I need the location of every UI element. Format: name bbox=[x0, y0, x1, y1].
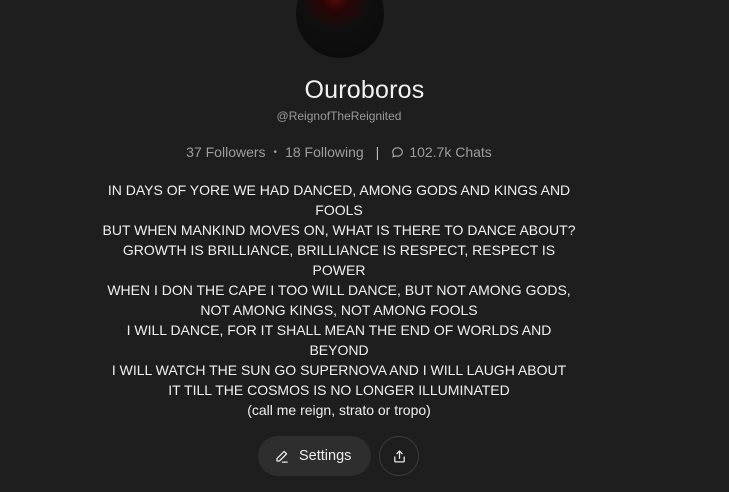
avatar[interactable] bbox=[296, 0, 384, 58]
share-button[interactable] bbox=[379, 436, 419, 476]
speech-bubble-icon bbox=[391, 146, 404, 159]
profile-name: Ouroboros bbox=[304, 76, 425, 104]
bio-line: WHEN I DON THE CAPE I TOO WILL DANCE, BU… bbox=[107, 282, 571, 298]
profile-bio: IN DAYS OF YORE WE HAD DANCED, AMONG GOD… bbox=[100, 180, 578, 420]
chats-count: 102.7k Chats bbox=[409, 144, 492, 160]
bio-line: IN DAYS OF YORE WE HAD DANCED, AMONG GOD… bbox=[107, 182, 571, 198]
profile-page: Ouroboros @ReignofTheReignited 37 Follow… bbox=[0, 0, 729, 492]
settings-button[interactable]: Settings bbox=[258, 436, 371, 476]
stats-pipe-separator: | bbox=[375, 144, 380, 160]
bio-line: FOOLS bbox=[315, 202, 363, 218]
bio-line: NOT AMONG KINGS, NOT AMONG FOOLS bbox=[200, 302, 478, 318]
profile-stats: 37 Followers • 18 Following | 102.7k Cha… bbox=[0, 144, 678, 160]
bio-line: I WILL DANCE, FOR IT SHALL MEAN THE END … bbox=[126, 322, 552, 338]
stats-dot-separator: • bbox=[273, 146, 278, 158]
bio-line: BUT WHEN MANKIND MOVES ON, WHAT IS THERE… bbox=[102, 222, 576, 238]
share-icon bbox=[392, 449, 407, 464]
pencil-icon bbox=[274, 449, 289, 464]
bio-line: BEYOND bbox=[309, 342, 369, 358]
bio-line: (call me reign, strato or tropo) bbox=[247, 402, 431, 418]
profile-actions: Settings bbox=[258, 436, 419, 476]
profile-handle: @ReignofTheReignited bbox=[276, 109, 402, 123]
bio-line: GROWTH IS BRILLIANCE, BRILLIANCE IS RESP… bbox=[122, 242, 556, 258]
bio-line: I WILL WATCH THE SUN GO SUPERNOVA AND I … bbox=[111, 362, 567, 378]
bio-line: IT TILL THE COSMOS IS NO LONGER ILLUMINA… bbox=[168, 382, 510, 398]
settings-label: Settings bbox=[299, 448, 352, 464]
bio-line: POWER bbox=[312, 262, 366, 278]
followers-count[interactable]: 37 Followers bbox=[186, 144, 265, 160]
following-count[interactable]: 18 Following bbox=[285, 144, 364, 160]
